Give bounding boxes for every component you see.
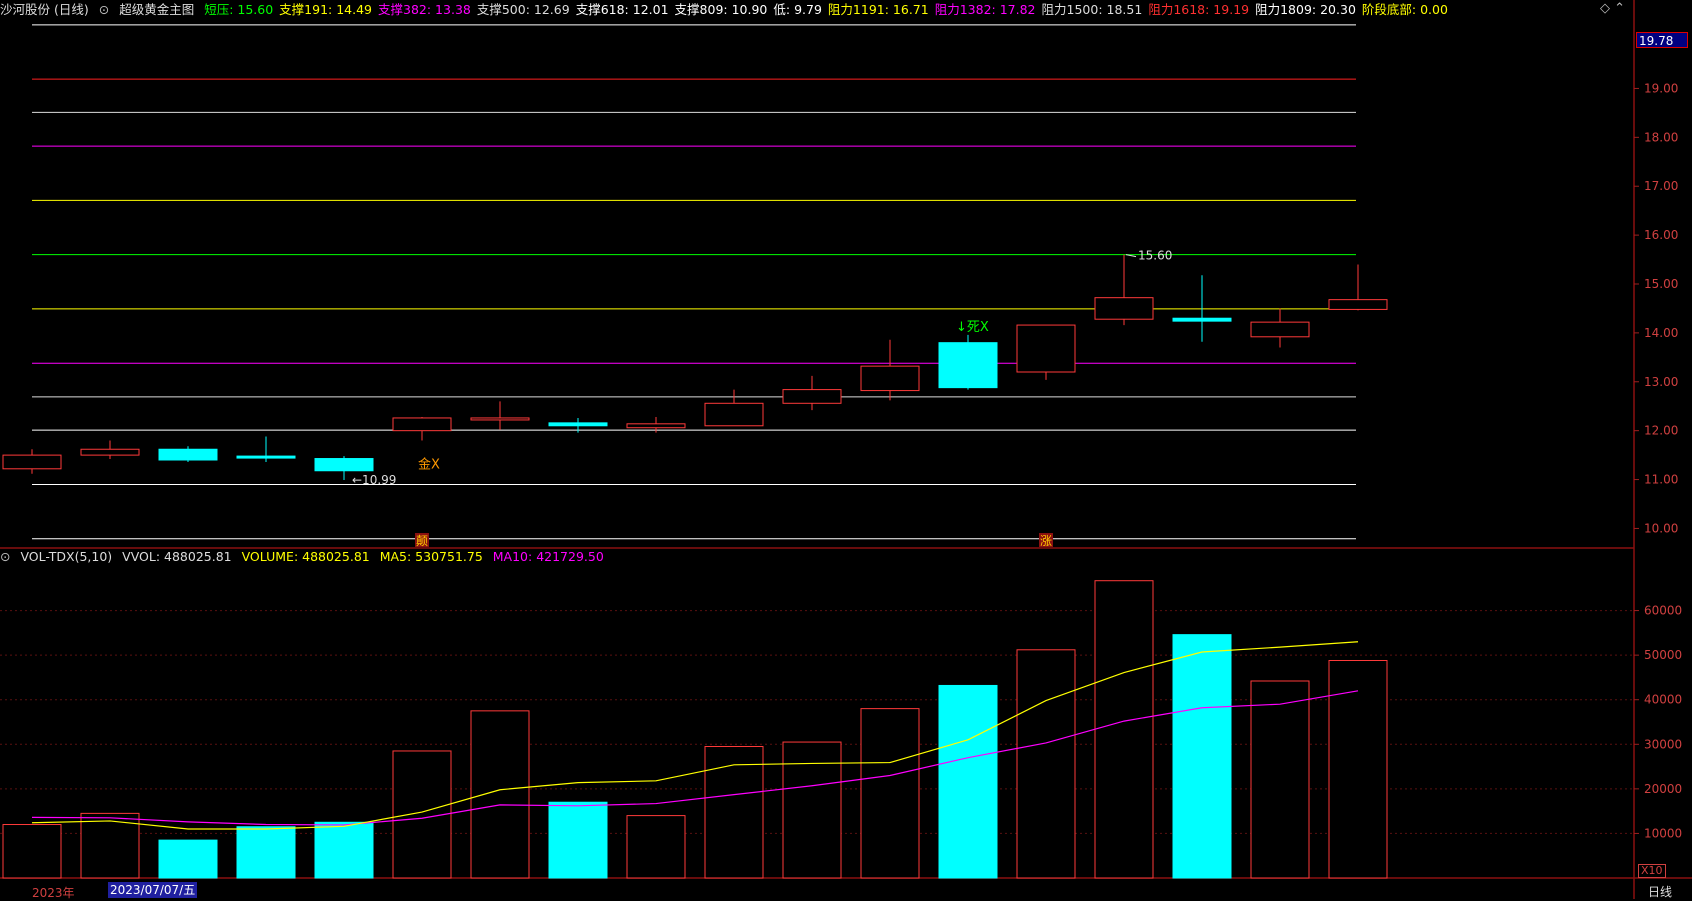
indicator-value: 阻力1191: 16.71 [827, 2, 929, 17]
window-controls[interactable]: ◇ ⌃ [1600, 1, 1625, 16]
price-tick-label: 15.00 [1644, 277, 1678, 291]
signal-marker-bg [1039, 533, 1053, 547]
date-label: 2023/07/07/五 [108, 882, 198, 898]
vvol-value: VVOL: 488025.81 [122, 549, 232, 564]
price-tick-label: 18.00 [1644, 130, 1678, 144]
signal-marker: 涨 [1040, 533, 1052, 548]
stock-chart-app: 沙河股份 (日线) ⊙ 超级黄金主图 短压: 15.60 支撑191: 14.49… [0, 0, 1692, 900]
candle-body [1172, 317, 1232, 322]
indicator-value: 支撑191: 14.49 [279, 2, 373, 17]
volume-bar [314, 821, 374, 879]
volume-bar [1094, 580, 1154, 879]
volume-bar [1172, 634, 1232, 879]
indicator-value: 支撑618: 12.01 [575, 2, 669, 17]
price-tick-label: 17.00 [1644, 179, 1678, 193]
volume-tick-label: 40000 [1644, 693, 1682, 707]
candle-body [236, 455, 296, 459]
candle-body [782, 389, 842, 404]
indicator-name[interactable]: 超级黄金主图 [119, 2, 194, 17]
indicator-value: 低: 9.79 [773, 2, 822, 17]
indicator-value: 支撑809: 10.90 [674, 2, 768, 17]
volume-bar [548, 801, 608, 879]
volume-bar [1250, 680, 1310, 879]
low-price-annotation: ←10.99 [352, 473, 396, 487]
candle-body [704, 402, 764, 427]
volume-bar [2, 824, 62, 879]
signal-marker-bg [415, 533, 429, 547]
ma10-line [31, 690, 1359, 826]
price-tick-label: 11.00 [1644, 473, 1678, 487]
high-price-pointer [1125, 254, 1137, 258]
signal-marker: 颠 [416, 533, 428, 548]
volume-bar [938, 684, 998, 879]
volume-tick-label: 20000 [1644, 782, 1682, 796]
volume-bar [158, 839, 218, 879]
price-header: 沙河股份 (日线) ⊙ 超级黄金主图 短压: 15.60 支撑191: 14.49… [0, 0, 1460, 20]
price-tick-label: 19.00 [1644, 81, 1678, 95]
volume-bar [80, 812, 140, 879]
volume-toggle-icon[interactable]: ⊙ [0, 549, 10, 564]
volume-header: ⊙ VOL-TDX(5,10) VVOL: 488025.81 VOLUME: … [0, 548, 610, 566]
candle-body [1328, 299, 1388, 310]
volume-tick-label: 30000 [1644, 737, 1682, 751]
volume-bar [392, 750, 452, 879]
period-tab[interactable]: 日线 [1648, 883, 1672, 900]
volume-bar [860, 708, 920, 879]
candle-body [392, 417, 452, 432]
candle-body [158, 448, 218, 461]
year-label: 2023年 [32, 886, 75, 900]
current-price-tag: 19.78 [1636, 32, 1688, 48]
golden-cross-annotation: 金X [418, 457, 440, 473]
candle-body [80, 448, 140, 456]
volume-bar [1016, 649, 1076, 879]
candle-body [314, 458, 374, 472]
indicator-values: 短压: 15.60 支撑191: 14.49 支撑382: 13.38 支撑500: … [204, 2, 1454, 17]
candle-body [626, 423, 686, 429]
candle-body [860, 365, 920, 392]
stock-title[interactable]: 沙河股份 (日线) [0, 2, 89, 17]
ma10-value: MA10: 421729.50 [492, 549, 604, 564]
ma5-value: MA5: 530751.75 [379, 549, 483, 564]
volume-bar [704, 746, 764, 879]
candle-body [1094, 297, 1154, 320]
indicator-value: 支撑500: 12.69 [476, 2, 570, 17]
price-tick-label: 13.00 [1644, 375, 1678, 389]
ma5-line [31, 641, 1359, 830]
indicator-value: 短压: 15.60 [204, 2, 274, 17]
indicator-value: 支撑382: 13.38 [378, 2, 471, 17]
candle-body [1250, 321, 1310, 338]
candle-body [470, 417, 530, 421]
price-tick-label: 12.00 [1644, 424, 1678, 438]
death-cross-annotation: ↓死X [956, 320, 989, 335]
indicator-value: 阻力1809: 20.30 [1255, 2, 1356, 17]
high-price-annotation: 15.60 [1138, 249, 1172, 263]
chart-canvas[interactable]: 19.00 18.00 17.00 16.00 15.00 14.00 13.00 12.00… [0, 0, 1692, 899]
price-tick-label: 14.00 [1644, 326, 1678, 340]
volume-tick-label: 10000 [1644, 826, 1682, 840]
volume-indicator-name[interactable]: VOL-TDX(5,10) [20, 549, 112, 564]
volume-bar [626, 815, 686, 879]
indicator-value: 阻力1382: 17.82 [934, 2, 1036, 17]
volume-multiplier: X10 [1638, 864, 1666, 878]
volume-bar [782, 741, 842, 879]
indicator-value: 阻力1500: 18.51 [1041, 2, 1143, 17]
candle-body [2, 454, 62, 470]
volume-bar [1328, 659, 1388, 879]
price-tick-label: 10.00 [1644, 521, 1678, 535]
volume-tick-label: 60000 [1644, 604, 1682, 618]
price-tick-label: 16.00 [1644, 228, 1678, 242]
candle-body [938, 342, 998, 389]
indicator-value: 阻力1618: 19.19 [1148, 2, 1250, 17]
candle-body [1016, 324, 1076, 373]
volume-tick-label: 50000 [1644, 648, 1682, 662]
indicator-value: 阶段底部: 0.00 [1361, 2, 1448, 17]
volume-bar [470, 710, 530, 879]
volume-value: VOLUME: 488025.81 [241, 549, 370, 564]
candle-body [548, 422, 608, 427]
indicator-toggle-icon[interactable]: ⊙ [99, 2, 109, 17]
volume-bar [236, 826, 296, 879]
